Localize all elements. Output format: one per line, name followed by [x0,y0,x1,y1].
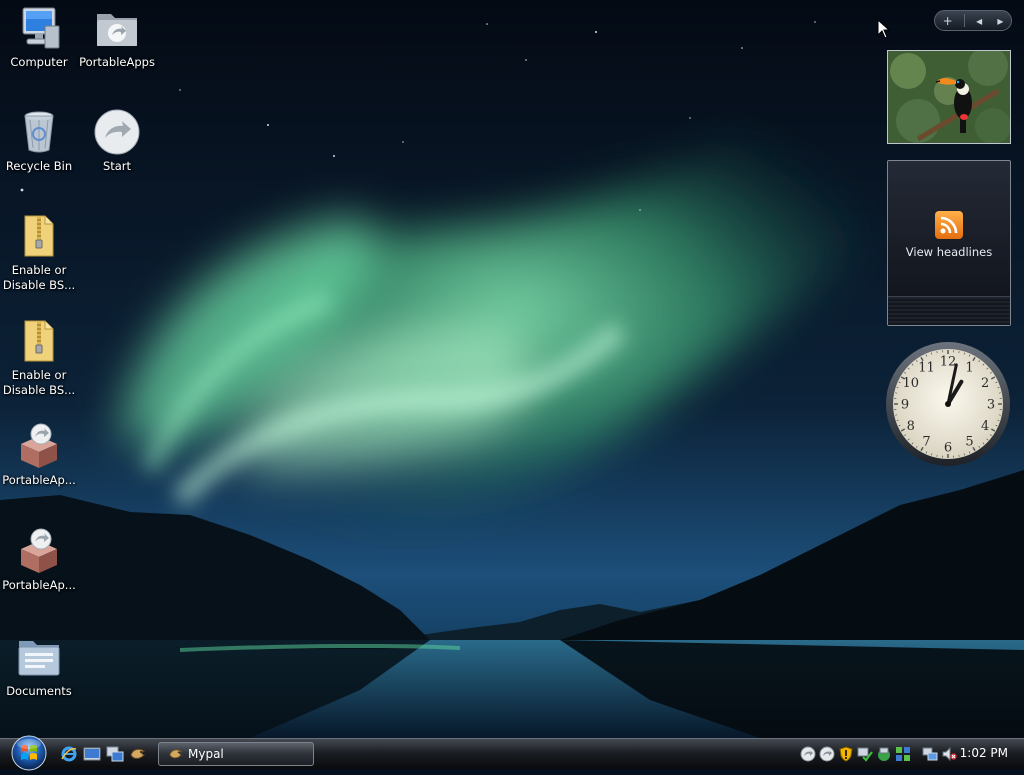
clock-numeral: 6 [944,441,952,456]
clock-numeral: 11 [918,360,935,375]
clock-numeral: 8 [907,419,915,434]
desktop-icon-portableapps[interactable]: PortableApps [78,4,156,70]
taskbar: Mypal 1:02 PM [0,738,1024,769]
desktop-icon-label: PortableAp... [0,578,78,593]
clock-center-pin [945,401,951,407]
portableapps-package-icon [15,422,63,470]
desktop-icon-portableapps-installer-2[interactable]: PortableAp... [0,527,78,593]
add-gadget-button[interactable]: + [939,14,957,28]
taskbar-button-label: Mypal [188,747,224,761]
clock-numeral: 1 [965,360,973,375]
previous-page-button[interactable]: ◂ [972,14,986,28]
portableapps-tray-icon[interactable] [819,746,835,762]
show-desktop-icon[interactable] [83,745,101,763]
network-computers-icon[interactable] [922,746,938,762]
zip-folder-icon [15,212,63,260]
desktop-icon-start[interactable]: Start [78,108,156,174]
desktop-icon-enable-disable-bs-1[interactable]: Enable or Disable BS... [0,212,78,293]
computer-icon [15,4,63,52]
desktop-icon-label: Enable or Disable BS... [0,368,78,398]
clock-numeral: 10 [903,376,920,391]
desktop-icon-label: Enable or Disable BS... [0,263,78,293]
portableapps-package-icon [15,527,63,575]
network-connections-icon[interactable] [876,746,892,762]
feed-headlines-gadget[interactable]: View headlines [887,160,1011,326]
next-page-button[interactable]: ▸ [993,14,1007,28]
clock-numeral: 4 [981,419,989,434]
network-status-icon[interactable] [895,746,911,762]
mouse-pointer-icon [877,19,891,39]
sidebar-gadget-toolbar: + ◂ ▸ [934,10,1012,31]
rss-feed-icon [935,211,963,239]
portableapps-tray-icon[interactable] [800,746,816,762]
volume-muted-icon[interactable] [941,746,957,762]
portableapps-folder-icon [93,4,141,52]
clock-numeral: 9 [901,398,909,413]
desktop-icon-label: Documents [0,684,78,699]
internet-explorer-icon[interactable] [60,745,78,763]
clock-numeral: 5 [965,435,973,450]
feed-gadget-footer [888,296,1010,325]
desktop-icon-enable-disable-bs-2[interactable]: Enable or Disable BS... [0,317,78,398]
portableapps-start-icon [93,108,141,156]
desktop-icon-documents[interactable]: Documents [0,633,78,699]
desktop-icon-portableapps-installer-1[interactable]: PortableAp... [0,422,78,488]
toolbar-divider [964,14,965,27]
documents-folder-icon [15,633,63,681]
notification-area [800,743,957,765]
view-headlines-link[interactable]: View headlines [888,245,1010,259]
network-check-icon[interactable] [857,746,873,762]
clock-numeral: 7 [922,435,930,450]
mypal-icon [168,746,184,762]
taskbar-button-mypal[interactable]: Mypal [158,742,314,766]
desktop-icon-label: PortableApps [78,55,156,70]
recycle-bin-icon [15,108,63,156]
clock-gadget[interactable]: 12 12 3 45678 9 1011 [884,340,1012,468]
desktop-icon-label: Computer [0,55,78,70]
desktop-icon-label: Recycle Bin [0,159,78,174]
mypal-icon[interactable] [129,745,147,763]
slideshow-gadget[interactable] [887,50,1011,144]
clock-numeral: 12 [940,355,957,370]
toucan-photo [888,51,1010,143]
desktop-icon-computer[interactable]: Computer [0,4,78,70]
clock-numeral: 2 [981,376,989,391]
quick-launch-toolbar [60,745,147,763]
desktop-icon-label: PortableAp... [0,473,78,488]
taskbar-clock[interactable]: 1:02 PM [960,746,1008,760]
security-shield-icon[interactable] [838,746,854,762]
clock-numeral: 3 [987,398,995,413]
desktop-icon-label: Start [78,159,156,174]
windows-orb-icon [8,733,50,771]
start-button[interactable] [8,733,50,771]
switch-windows-icon[interactable] [106,745,124,763]
desktop-icon-recycle-bin[interactable]: Recycle Bin [0,108,78,174]
zip-folder-icon [15,317,63,365]
